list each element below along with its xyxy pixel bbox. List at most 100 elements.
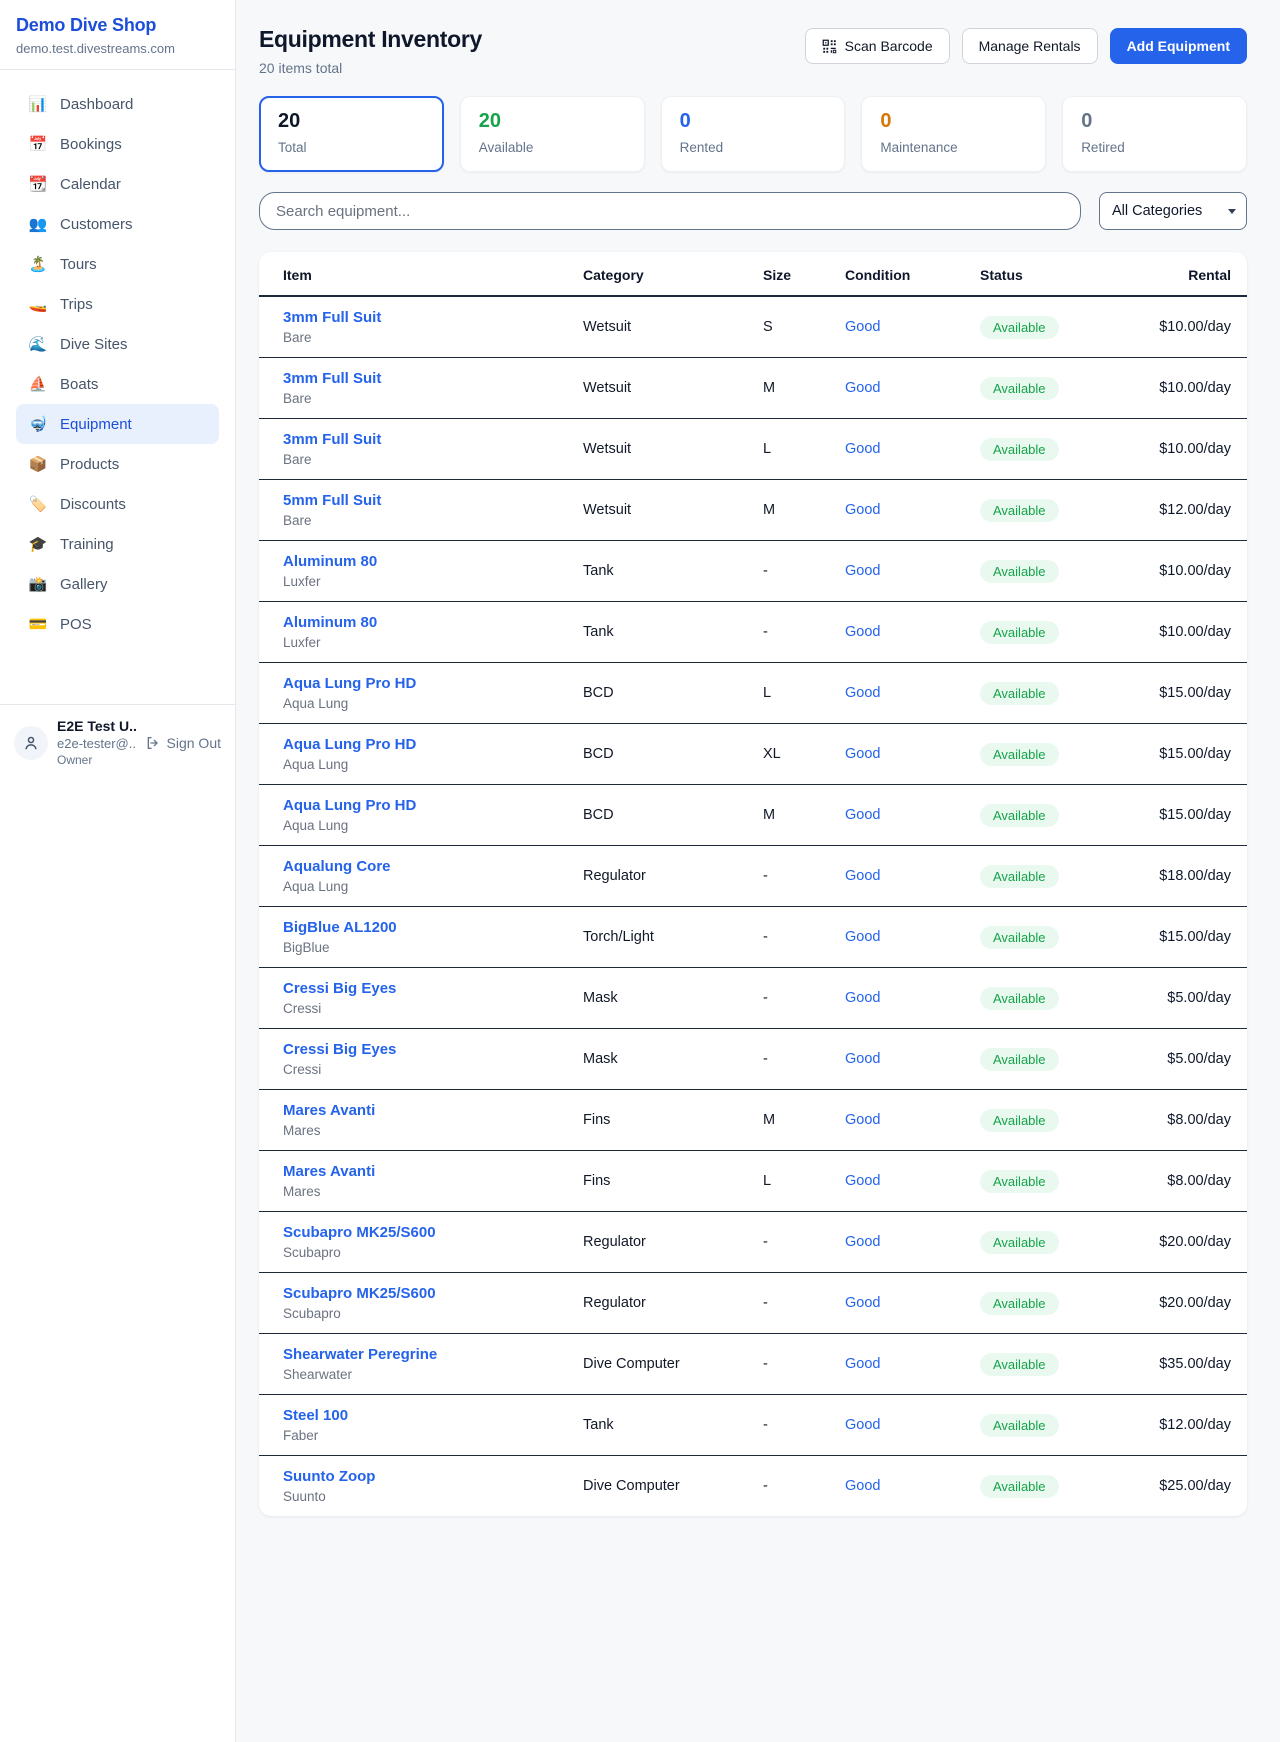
item-cell: Aqualung Core Aqua Lung xyxy=(259,846,583,907)
item-name-link[interactable]: BigBlue AL1200 xyxy=(283,919,583,936)
sidebar-item-dashboard[interactable]: 📊 Dashboard xyxy=(16,84,219,124)
condition-link[interactable]: Good xyxy=(845,746,880,762)
sidebar-item-calendar[interactable]: 📆 Calendar xyxy=(16,164,219,204)
sidebar-item-training[interactable]: 🎓 Training xyxy=(16,524,219,564)
item-name-link[interactable]: 5mm Full Suit xyxy=(283,492,583,509)
stat-card-total[interactable]: 20 Total xyxy=(259,96,444,172)
item-name-link[interactable]: Shearwater Peregrine xyxy=(283,1346,583,1363)
category-cell: Wetsuit xyxy=(583,480,763,541)
sign-out-button[interactable]: Sign Out xyxy=(145,735,221,751)
condition-link[interactable]: Good xyxy=(845,319,880,335)
item-name-link[interactable]: Aluminum 80 xyxy=(283,553,583,570)
status-cell: Available xyxy=(980,480,1110,541)
category-filter-select[interactable]: All Categories xyxy=(1099,192,1247,230)
sidebar-item-products[interactable]: 📦 Products xyxy=(16,444,219,484)
item-cell: 5mm Full Suit Bare xyxy=(259,480,583,541)
rental-cell: $8.00/day xyxy=(1110,1151,1247,1212)
person-icon xyxy=(22,734,40,752)
sidebar-item-label: Tours xyxy=(60,256,97,273)
item-cell: Scubapro MK25/S600 Scubapro xyxy=(259,1273,583,1334)
col-header-size: Size xyxy=(763,252,845,296)
sidebar-item-label: Products xyxy=(60,456,119,473)
stat-card-available[interactable]: 20 Available xyxy=(460,96,645,172)
item-name-link[interactable]: Mares Avanti xyxy=(283,1102,583,1119)
status-cell: Available xyxy=(980,296,1110,358)
sidebar-item-bookings[interactable]: 📅 Bookings xyxy=(16,124,219,164)
scan-barcode-button[interactable]: Scan Barcode xyxy=(805,28,950,64)
user-name: E2E Test U... xyxy=(57,718,136,734)
condition-link[interactable]: Good xyxy=(845,685,880,701)
condition-link[interactable]: Good xyxy=(845,1478,880,1494)
item-name-link[interactable]: 3mm Full Suit xyxy=(283,309,583,326)
condition-link[interactable]: Good xyxy=(845,1112,880,1128)
sidebar-item-customers[interactable]: 👥 Customers xyxy=(16,204,219,244)
item-name-link[interactable]: Steel 100 xyxy=(283,1407,583,1424)
sidebar-item-pos[interactable]: 💳 POS xyxy=(16,604,219,644)
condition-link[interactable]: Good xyxy=(845,1295,880,1311)
sidebar-item-boats[interactable]: ⛵ Boats xyxy=(16,364,219,404)
item-name-link[interactable]: Suunto Zoop xyxy=(283,1468,583,1485)
sidebar-item-gallery[interactable]: 📸 Gallery xyxy=(16,564,219,604)
item-name-link[interactable]: Aqualung Core xyxy=(283,858,583,875)
condition-link[interactable]: Good xyxy=(845,380,880,396)
item-name-link[interactable]: Scubapro MK25/S600 xyxy=(283,1224,583,1241)
sidebar-item-trips[interactable]: 🚤 Trips xyxy=(16,284,219,324)
item-name-link[interactable]: Aluminum 80 xyxy=(283,614,583,631)
category-cell: Torch/Light xyxy=(583,907,763,968)
category-cell: Mask xyxy=(583,968,763,1029)
table-row: 5mm Full Suit Bare Wetsuit M Good Availa… xyxy=(259,480,1247,541)
condition-link[interactable]: Good xyxy=(845,1051,880,1067)
condition-link[interactable]: Good xyxy=(845,624,880,640)
item-name-link[interactable]: Cressi Big Eyes xyxy=(283,1041,583,1058)
search-input[interactable] xyxy=(259,192,1081,230)
condition-link[interactable]: Good xyxy=(845,1234,880,1250)
sidebar-item-label: Customers xyxy=(60,216,133,233)
manage-rentals-button[interactable]: Manage Rentals xyxy=(962,28,1098,64)
item-brand: Faber xyxy=(283,1428,583,1443)
size-cell: - xyxy=(763,1456,845,1517)
condition-link[interactable]: Good xyxy=(845,1356,880,1372)
sidebar-item-tours[interactable]: 🏝️ Tours xyxy=(16,244,219,284)
pos-icon: 💳 xyxy=(28,615,48,633)
page-title-block: Equipment Inventory 20 items total xyxy=(259,26,482,76)
stat-card-retired[interactable]: 0 Retired xyxy=(1062,96,1247,172)
item-name-link[interactable]: Aqua Lung Pro HD xyxy=(283,736,583,753)
sidebar-item-discounts[interactable]: 🏷️ Discounts xyxy=(16,484,219,524)
condition-cell: Good xyxy=(845,541,980,602)
add-equipment-button[interactable]: Add Equipment xyxy=(1110,28,1247,64)
condition-link[interactable]: Good xyxy=(845,990,880,1006)
table-row: Aqua Lung Pro HD Aqua Lung BCD M Good Av… xyxy=(259,785,1247,846)
condition-link[interactable]: Good xyxy=(845,1173,880,1189)
item-name-link[interactable]: Scubapro MK25/S600 xyxy=(283,1285,583,1302)
item-name-link[interactable]: Cressi Big Eyes xyxy=(283,980,583,997)
item-name-link[interactable]: Mares Avanti xyxy=(283,1163,583,1180)
category-cell: Dive Computer xyxy=(583,1334,763,1395)
condition-link[interactable]: Good xyxy=(845,1417,880,1433)
table-row: Scubapro MK25/S600 Scubapro Regulator - … xyxy=(259,1273,1247,1334)
condition-link[interactable]: Good xyxy=(845,929,880,945)
item-brand: Luxfer xyxy=(283,635,583,650)
shop-domain: demo.test.divestreams.com xyxy=(16,41,219,56)
category-filter-wrap: All Categories xyxy=(1099,192,1247,230)
size-cell: L xyxy=(763,663,845,724)
condition-cell: Good xyxy=(845,968,980,1029)
sidebar-item-dive-sites[interactable]: 🌊 Dive Sites xyxy=(16,324,219,364)
condition-link[interactable]: Good xyxy=(845,868,880,884)
stat-label: Maintenance xyxy=(880,140,1027,155)
condition-link[interactable]: Good xyxy=(845,807,880,823)
condition-link[interactable]: Good xyxy=(845,502,880,518)
item-name-link[interactable]: 3mm Full Suit xyxy=(283,431,583,448)
sidebar-item-equipment[interactable]: 🤿 Equipment xyxy=(16,404,219,444)
item-name-link[interactable]: 3mm Full Suit xyxy=(283,370,583,387)
rental-cell: $12.00/day xyxy=(1110,1395,1247,1456)
stat-card-rented[interactable]: 0 Rented xyxy=(661,96,846,172)
category-cell: BCD xyxy=(583,724,763,785)
condition-link[interactable]: Good xyxy=(845,563,880,579)
item-name-link[interactable]: Aqua Lung Pro HD xyxy=(283,675,583,692)
item-name-link[interactable]: Aqua Lung Pro HD xyxy=(283,797,583,814)
rental-cell: $12.00/day xyxy=(1110,480,1247,541)
stat-card-maintenance[interactable]: 0 Maintenance xyxy=(861,96,1046,172)
condition-link[interactable]: Good xyxy=(845,441,880,457)
rental-cell: $8.00/day xyxy=(1110,1090,1247,1151)
calendar-icon: 📆 xyxy=(28,175,48,193)
